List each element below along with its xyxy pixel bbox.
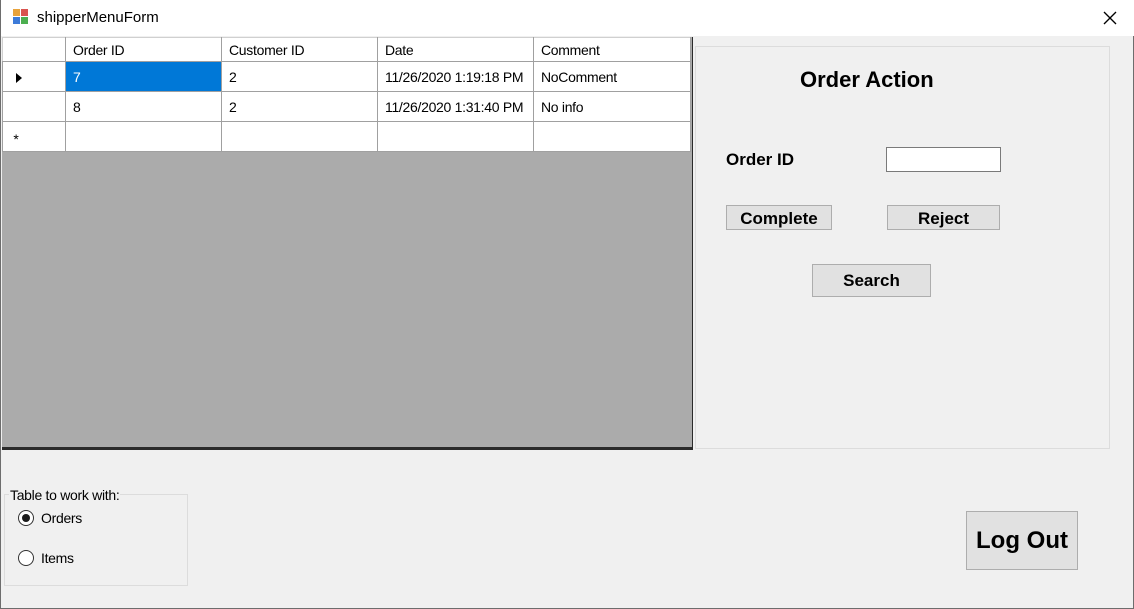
table-row[interactable]: 7 2 11/26/2020 1:19:18 PM NoComment [2,61,691,92]
radio-items-label: Items [41,550,74,566]
radio-orders[interactable]: Orders [18,510,82,526]
column-header-date[interactable]: Date [377,37,534,62]
grid-header-row: Order ID Customer ID Date Comment [2,37,691,62]
cell-comment[interactable]: NoComment [533,61,691,92]
order-action-panel: Order Action Order ID Complete Reject Se… [695,46,1110,449]
grid-corner-cell[interactable] [2,37,66,62]
cell-order-id[interactable]: 7 [65,61,222,92]
order-id-label: Order ID [726,150,795,169]
panel-title: Order Action [800,67,934,92]
radio-items[interactable]: Items [18,550,74,566]
column-header-comment[interactable]: Comment [533,37,691,62]
table-select-groupbox [4,494,188,586]
radio-selected-dot-icon [22,514,30,522]
column-header-order-id[interactable]: Order ID [65,37,222,62]
current-row-arrow-icon [16,72,22,83]
main-window: shipperMenuForm Order ID Customer ID Dat… [0,0,1134,609]
complete-button[interactable]: Complete [726,205,832,230]
cell-customer-id[interactable]: 2 [221,61,378,92]
reject-button[interactable]: Reject [887,205,1000,230]
row-header[interactable] [2,91,66,122]
cell-customer-id[interactable]: 2 [221,91,378,122]
cell-date[interactable] [377,121,534,152]
order-id-input[interactable] [886,147,1001,172]
new-row[interactable]: * [2,121,691,152]
close-button[interactable] [1087,0,1133,36]
table-row[interactable]: 8 2 11/26/2020 1:31:40 PM No info [2,91,691,122]
new-row-asterisk-icon: * [13,130,19,147]
close-icon [1103,11,1117,25]
radio-orders-circle[interactable] [18,510,34,526]
table-select-legend: Table to work with: [9,487,121,503]
window-title: shipperMenuForm [37,9,159,26]
cell-customer-id[interactable] [221,121,378,152]
cell-order-id[interactable]: 8 [65,91,222,122]
radio-items-circle[interactable] [18,550,34,566]
app-icon [13,9,29,25]
cell-date[interactable]: 11/26/2020 1:19:18 PM [377,61,534,92]
cell-order-id[interactable] [65,121,222,152]
title-bar[interactable]: shipperMenuForm [1,0,1134,36]
orders-data-grid[interactable]: Order ID Customer ID Date Comment 7 2 11… [2,37,693,450]
logout-button[interactable]: Log Out [966,511,1078,570]
cell-comment[interactable] [533,121,691,152]
radio-orders-label: Orders [41,510,82,526]
grid-table: Order ID Customer ID Date Comment 7 2 11… [2,37,691,152]
cell-comment[interactable]: No info [533,91,691,122]
search-button[interactable]: Search [812,264,931,297]
cell-date[interactable]: 11/26/2020 1:31:40 PM [377,91,534,122]
row-header[interactable] [2,61,66,92]
row-header[interactable]: * [2,121,66,152]
column-header-customer-id[interactable]: Customer ID [221,37,378,62]
